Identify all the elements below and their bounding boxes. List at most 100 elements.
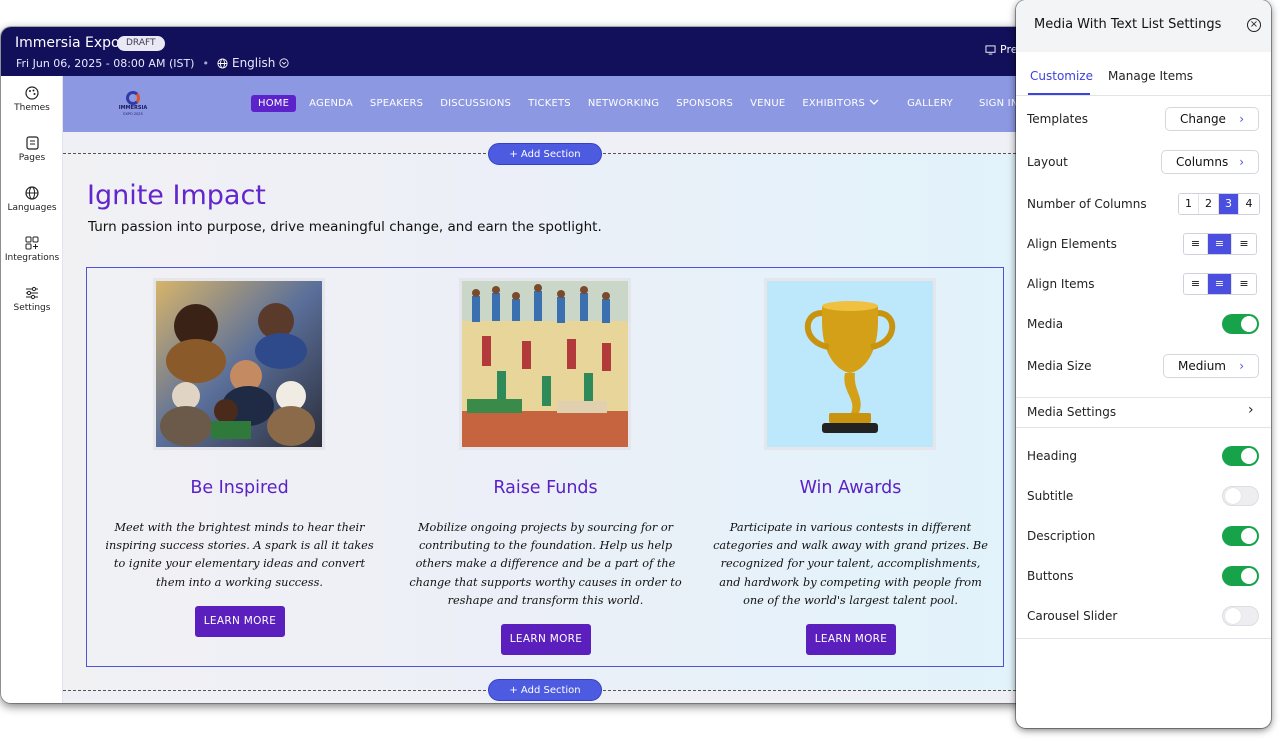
app-title: Immersia Expo <box>15 35 120 51</box>
language-selector[interactable]: English <box>217 56 289 70</box>
layout-select-button[interactable]: Columns › <box>1161 150 1259 174</box>
align-right-icon[interactable]: ≡ <box>1232 234 1256 254</box>
tab-manage-items[interactable]: Manage Items <box>1108 69 1193 83</box>
sidebar-item-themes[interactable]: Themes <box>1 86 63 113</box>
subtitle-row: Subtitle <box>1016 476 1271 516</box>
page-canvas: IMMERSIA EXPO 2025 HOME AGENDA SPEAKERS … <box>63 76 1041 703</box>
templates-row: Templates Change › <box>1016 99 1271 139</box>
sidebar-item-label: Languages <box>7 203 57 213</box>
column-option-4[interactable]: 4 <box>1239 194 1259 214</box>
divider <box>1016 638 1271 639</box>
editor-sidebar: Themes Pages Languages Integrations Sett… <box>1 76 63 703</box>
logo-sub: EXPO 2025 <box>123 112 143 116</box>
nav-discussions[interactable]: DISCUSSIONS <box>440 98 511 109</box>
media-toggle[interactable] <box>1222 314 1259 334</box>
media-text-list[interactable]: Be Inspired Meet with the brightest mind… <box>86 267 1004 667</box>
card-description: Meet with the brightest minds to hear th… <box>105 521 374 589</box>
align-center-icon[interactable]: ≡ <box>1208 234 1232 254</box>
chevron-right-icon: › <box>1248 402 1254 418</box>
align-center-icon[interactable]: ≡ <box>1208 274 1232 294</box>
nav-networking[interactable]: NETWORKING <box>588 98 659 109</box>
media-size-value: Medium <box>1178 359 1226 373</box>
learn-more-button[interactable]: LEARN MORE <box>806 624 896 655</box>
nav-exhibitors-label: EXHIBITORS <box>802 98 866 109</box>
site-logo[interactable]: IMMERSIA EXPO 2025 <box>115 91 151 119</box>
toggle-knob <box>1241 528 1257 544</box>
chevron-right-icon: › <box>1239 359 1244 373</box>
pages-icon <box>25 136 39 150</box>
subtitle-toggle[interactable] <box>1222 486 1259 506</box>
sliders-icon <box>26 286 38 300</box>
column-option-3[interactable]: 3 <box>1219 194 1239 214</box>
nav-speakers[interactable]: SPEAKERS <box>370 98 423 109</box>
learn-more-button[interactable]: LEARN MORE <box>195 606 285 637</box>
align-right-icon[interactable]: ≡ <box>1232 274 1256 294</box>
column-option-2[interactable]: 2 <box>1199 194 1219 214</box>
column-option-1[interactable]: 1 <box>1179 194 1199 214</box>
carousel-row: Carousel Slider <box>1016 596 1271 636</box>
learn-more-button[interactable]: LEARN MORE <box>501 624 591 655</box>
chevron-right-icon: › <box>1239 155 1244 169</box>
media-settings-label: Media Settings <box>1027 405 1117 419</box>
nav-agenda[interactable]: AGENDA <box>309 98 353 109</box>
chevron-right-icon: › <box>1239 112 1244 126</box>
chevron-down-icon <box>279 58 289 68</box>
align-items-label: Align Items <box>1027 277 1095 291</box>
description-toggle[interactable] <box>1222 526 1259 546</box>
nav-tickets[interactable]: TICKETS <box>528 98 571 109</box>
logo-name: IMMERSIA <box>118 105 148 111</box>
status-badge: DRAFT <box>117 36 165 51</box>
site-nav-menu: HOME AGENDA SPEAKERS DISCUSSIONS TICKETS… <box>251 95 1036 112</box>
card-image-trophy[interactable] <box>764 278 936 450</box>
section-heading: Ignite Impact <box>87 180 266 211</box>
sidebar-item-integrations[interactable]: Integrations <box>1 236 63 263</box>
templates-change-button[interactable]: Change › <box>1165 107 1259 131</box>
sidebar-item-languages[interactable]: Languages <box>1 186 63 213</box>
preview-label: Pre <box>1000 43 1018 56</box>
add-section-button[interactable]: + Add Section <box>488 679 602 701</box>
media-settings-row[interactable]: Media Settings › <box>1016 398 1271 438</box>
section-subtitle: Turn passion into purpose, drive meaning… <box>88 219 602 235</box>
carousel-toggle[interactable] <box>1222 606 1259 626</box>
preview-button[interactable]: Pre <box>985 43 1018 56</box>
heading-toggle[interactable] <box>1222 446 1259 466</box>
add-section-button[interactable]: + Add Section <box>488 143 602 165</box>
sidebar-item-pages[interactable]: Pages <box>1 136 63 163</box>
panel-title: Media With Text List Settings <box>1034 17 1222 32</box>
crowd-image <box>462 281 628 447</box>
columns-selector: 1 2 3 4 <box>1178 193 1260 215</box>
list-item: Win Awards Participate in various contes… <box>698 268 1003 666</box>
grid-plus-icon <box>25 236 39 250</box>
nav-exhibitors[interactable]: EXHIBITORS <box>802 98 879 109</box>
media-size-label: Media Size <box>1027 359 1092 373</box>
settings-panel: Media With Text List Settings × Customiz… <box>1016 0 1271 728</box>
templates-label: Templates <box>1027 112 1089 126</box>
sidebar-item-label: Pages <box>18 153 46 163</box>
close-icon[interactable]: × <box>1247 18 1261 32</box>
globe-icon <box>25 186 39 200</box>
card-image-crowd[interactable] <box>459 278 631 450</box>
nav-home[interactable]: HOME <box>251 95 297 112</box>
media-size-row: Media Size Medium › <box>1016 346 1271 386</box>
language-label: English <box>231 56 276 70</box>
buttons-toggle[interactable] <box>1222 566 1259 586</box>
panel-tabs: Customize Manage Items <box>1016 60 1271 96</box>
sidebar-item-settings[interactable]: Settings <box>1 286 63 313</box>
toggle-knob <box>1241 568 1257 584</box>
align-left-icon[interactable]: ≡ <box>1184 274 1208 294</box>
sidebar-item-label: Themes <box>14 103 50 113</box>
nav-sign-in[interactable]: SIGN IN <box>979 98 1019 109</box>
align-left-icon[interactable]: ≡ <box>1184 234 1208 254</box>
editor-topbar: Immersia Expo DRAFT Fri Jun 06, 2025 - 0… <box>1 27 1041 76</box>
align-elements-label: Align Elements <box>1027 237 1117 251</box>
sidebar-item-label: Settings <box>13 303 51 313</box>
nav-venue[interactable]: VENUE <box>750 98 785 109</box>
media-size-button[interactable]: Medium › <box>1163 354 1259 378</box>
panel-header: Media With Text List Settings × <box>1016 0 1271 52</box>
nav-sponsors[interactable]: SPONSORS <box>676 98 733 109</box>
carousel-label: Carousel Slider <box>1027 609 1118 623</box>
separator-dot: • <box>202 56 209 70</box>
nav-gallery[interactable]: GALLERY <box>907 98 953 109</box>
tab-customize[interactable]: Customize <box>1030 69 1093 83</box>
card-image-people[interactable] <box>153 278 325 450</box>
